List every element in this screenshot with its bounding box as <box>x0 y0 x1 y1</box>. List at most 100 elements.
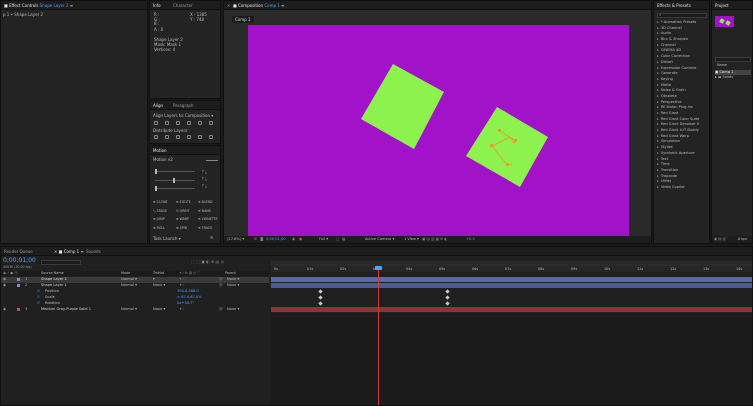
align-right-icon[interactable] <box>176 121 180 125</box>
layer-name[interactable]: Shape Layer 2 <box>41 277 67 283</box>
tab-composition[interactable]: ■ Composition Comp 1 ≡ <box>230 2 287 9</box>
timeline-property-row[interactable]: ⏱ Scale ∞ 67.0,67.0% <box>1 295 269 301</box>
project-item-folder[interactable]: ▸ ▬ Solids <box>715 75 733 80</box>
quality-select[interactable]: Full ▾ <box>319 236 328 243</box>
parent-pickwhip-icon[interactable]: @ <box>219 307 223 313</box>
visibility-eye-icon[interactable]: ◉ <box>3 277 6 283</box>
distribute-vcenter-icon[interactable] <box>165 135 169 139</box>
motion-slider-1[interactable] <box>155 169 195 174</box>
project-name-header[interactable]: Name <box>717 63 727 68</box>
track-shape-layer-2[interactable] <box>271 277 752 282</box>
timeline-timecode[interactable]: 0;00;01;00 <box>3 257 36 265</box>
playhead[interactable] <box>378 266 379 405</box>
layer-trkmat-select[interactable]: None ▾ <box>153 307 165 313</box>
mask-vertex[interactable] <box>490 144 493 147</box>
parent-pickwhip-icon[interactable]: @ <box>219 277 223 283</box>
timeline-ruler[interactable]: 0s01s02s03s04s05s06s07s08s09s10s11s12s13… <box>271 266 752 272</box>
layer-switch-icons[interactable]: ✦ ⁄ <box>179 307 184 313</box>
align-to-select[interactable]: Composition ▾ <box>185 113 213 119</box>
layer-switch-icons[interactable]: ✦ ⁄ <box>179 277 184 283</box>
layer-trkmat-select[interactable]: None ▾ <box>153 283 165 289</box>
timeline-layer-row[interactable]: ◉ 1 Shape Layer 2 Normal ▾ ▾ ✦ ⁄ @ None ▾ <box>1 277 269 283</box>
tab-paragraph[interactable]: Paragraph <box>170 102 197 109</box>
stopwatch-icon[interactable]: ⏱ <box>37 289 40 295</box>
align-hcenter-icon[interactable] <box>165 121 169 125</box>
col-mode[interactable]: Mode <box>121 271 130 276</box>
distribute-top-icon[interactable] <box>154 135 158 139</box>
visibility-eye-icon[interactable]: ◉ <box>3 307 6 313</box>
property-value[interactable]: 700.0,368.0 <box>177 289 199 295</box>
tab-character[interactable]: Character <box>170 2 196 9</box>
layer-color-label[interactable] <box>17 308 20 312</box>
layer-name[interactable]: Shape Layer 1 <box>41 283 67 289</box>
stopwatch-icon[interactable]: ⏱ <box>37 301 40 307</box>
view-select[interactable]: 1 View ▾ <box>404 236 419 243</box>
region-icon[interactable]: ▢ <box>336 236 339 243</box>
motion-btn-stage[interactable]: ⤡ STAGE <box>153 207 175 216</box>
exposure-value[interactable]: +0.0 <box>466 236 475 243</box>
motion-btn-roll[interactable]: ⊕ ROLL <box>153 224 175 233</box>
task-launch-button[interactable]: Task Launch ▾ <box>153 236 181 242</box>
col-trkmat[interactable]: TrkMat <box>153 271 164 276</box>
tab-project[interactable]: Project <box>712 2 732 9</box>
current-timecode[interactable]: 0;00;01;00 <box>266 236 286 243</box>
keyframe-rotation-start[interactable] <box>318 301 323 306</box>
tab-effects-presets[interactable]: Effects & Presets <box>654 2 694 9</box>
tab-motion[interactable]: Motion <box>150 147 170 154</box>
view-tools-icons[interactable]: ▣ ▤ ▥ ▦ ⊕ ◐ <box>422 236 447 243</box>
tab-info[interactable]: Info <box>150 2 164 9</box>
motion-btn-track[interactable]: ⊕ TRACK <box>198 224 220 233</box>
shape-layer-2-square[interactable] <box>466 107 548 187</box>
motion-btn-blend[interactable]: ⊕ BLEND <box>198 198 220 207</box>
zoom-select[interactable]: (17.8%) ▾ <box>227 236 244 243</box>
layer-name[interactable]: Medium Gray-Purple Solid 1 <box>41 307 91 313</box>
property-value[interactable]: 0x+34.7° <box>177 301 194 307</box>
motion-btn-vignette[interactable]: ⊕ VIGNETTE <box>198 215 220 224</box>
timeline-switch-icons[interactable]: ⬚ ⬚ ▣ ◐ ⊕ ▤ ◎ <box>191 259 224 265</box>
align-vcenter-icon[interactable] <box>198 121 202 125</box>
shape-layer-1-square[interactable] <box>361 64 444 149</box>
align-bottom-icon[interactable] <box>209 121 213 125</box>
camera-select[interactable]: Active Camera ▾ <box>365 236 394 243</box>
layer-color-label[interactable] <box>17 284 20 288</box>
layer-mode-select[interactable]: Normal ▾ <box>121 283 137 289</box>
grid-icon[interactable]: ⊞ <box>254 236 257 243</box>
motion-btn-name[interactable]: ⊕ NAME <box>198 207 220 216</box>
visibility-eye-icon[interactable]: ◉ <box>3 283 6 289</box>
tab-align[interactable]: Align <box>150 102 166 109</box>
camera-icon[interactable]: ◙ <box>260 236 264 243</box>
snapshot-icon[interactable]: ◉ <box>292 236 295 243</box>
motion-btn-warp[interactable]: ⊕ WARP <box>176 215 198 224</box>
property-value[interactable]: ∞ 67.0,67.0% <box>177 295 202 301</box>
align-top-icon[interactable] <box>187 121 191 125</box>
motion-btn-clone[interactable]: ⊕ CLONE <box>153 198 175 207</box>
project-search-input[interactable] <box>715 57 751 62</box>
layer-mode-select[interactable]: Normal ▾ <box>121 307 137 313</box>
mask-vertex[interactable] <box>498 129 501 132</box>
keyframe-scale-end[interactable] <box>445 295 450 300</box>
align-left-icon[interactable] <box>154 121 158 125</box>
keyframe-position-start[interactable] <box>318 289 323 294</box>
motion-btn-spin[interactable]: ⊕ SPIN <box>176 224 198 233</box>
layer-parent-select[interactable]: None ▾ <box>227 307 239 313</box>
keyframe-scale-start[interactable] <box>318 295 323 300</box>
effect-controls-layer-link[interactable]: Shape Layer 2 <box>40 3 69 8</box>
composition-comp-link[interactable]: Comp 1 <box>264 3 280 8</box>
transparency-icon[interactable]: ▦ <box>342 236 345 243</box>
mask-vertex[interactable] <box>506 163 509 166</box>
motion-btn-jump[interactable]: ⊕ JUMP <box>153 215 175 224</box>
motion-btn-orbit[interactable]: ↻ ORBIT <box>176 207 198 216</box>
layer-switch-icons[interactable]: ✦ ⁄ <box>179 283 184 289</box>
parent-pickwhip-icon[interactable]: @ <box>219 283 223 289</box>
color-icon[interactable]: ● <box>299 236 302 243</box>
track-solid[interactable] <box>271 307 752 312</box>
project-footer-icons[interactable]: ▣ ▤ ▥ <box>714 236 726 243</box>
playhead-handle[interactable] <box>375 266 382 270</box>
timeline-search-input[interactable] <box>41 260 81 265</box>
effects-search-input[interactable]: ⌕ <box>657 12 707 18</box>
layer-mode-select[interactable]: Normal ▾ <box>121 277 137 283</box>
keyframe-rotation-end[interactable] <box>445 301 450 306</box>
tab-timeline-comp[interactable]: × ■ Comp 1 ≡ <box>51 248 87 255</box>
settings-gear-icon[interactable]: ⚙ <box>210 235 214 241</box>
composition-subtab[interactable]: Comp 1 <box>232 16 254 23</box>
